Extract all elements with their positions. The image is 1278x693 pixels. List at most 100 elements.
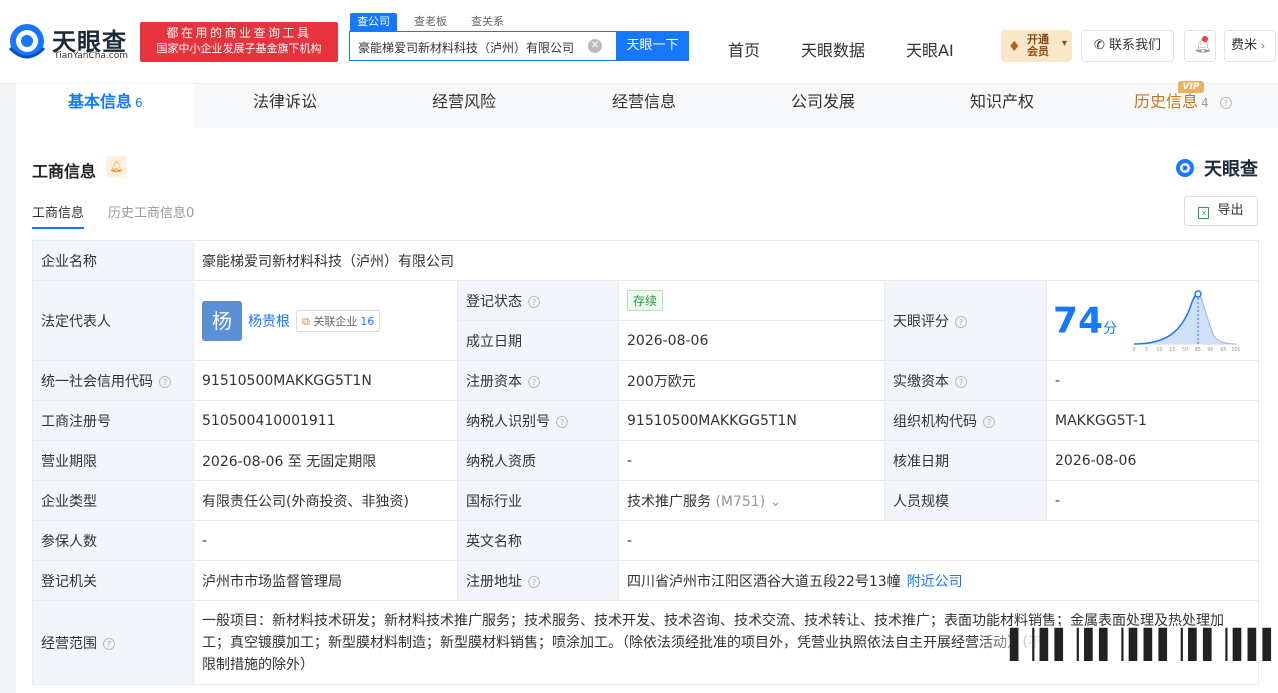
subtab-business-info[interactable]: 工商信息 bbox=[32, 202, 85, 229]
search-tab-relation[interactable]: 查关系 bbox=[464, 13, 511, 31]
score-axis-tick: 85 bbox=[1194, 347, 1200, 353]
reg-no-value: 510500410001911 bbox=[193, 400, 458, 441]
brand-watermark: 天眼查 bbox=[1175, 155, 1258, 181]
field-label: 登记状态? bbox=[457, 280, 619, 321]
section-title: 工商信息 bbox=[32, 162, 97, 181]
help-icon[interactable]: ? bbox=[556, 415, 568, 428]
tab-legal[interactable]: 法律诉讼 bbox=[253, 84, 317, 128]
help-icon[interactable]: ? bbox=[983, 415, 995, 428]
field-label: 统一社会信用代码? bbox=[32, 360, 194, 401]
page: 天眼查 TianYanCha.com 都在用的商业查询工具 国家中小企业发展子基… bbox=[0, 0, 1278, 693]
tab-basic-info[interactable]: 基本信息 6 bbox=[16, 84, 194, 128]
field-label: 企业名称 bbox=[32, 240, 194, 281]
chevron-down-icon: › bbox=[1261, 41, 1266, 52]
field-label: 经营范围? bbox=[32, 600, 194, 685]
phone-icon: ✆ bbox=[1093, 38, 1105, 53]
help-icon[interactable]: ? bbox=[955, 315, 967, 328]
vip-button[interactable]: ♦ 开通会员 ▾ bbox=[1001, 30, 1072, 62]
address-cell: 四川省泸州市江阳区酒谷大道五段22号13幢 附近公司 bbox=[617, 560, 1260, 601]
help-icon[interactable]: ? bbox=[1219, 97, 1232, 109]
address-label: 注册地址 bbox=[466, 573, 522, 590]
org-code-value: MAKKGG5T-1 bbox=[1045, 400, 1260, 441]
help-icon[interactable]: ? bbox=[528, 375, 540, 388]
related-companies-badge[interactable]: ⧉ 关联企业 16 bbox=[296, 309, 381, 332]
subtab-history-business[interactable]: 历史工商信息0 bbox=[108, 202, 194, 221]
nav-data[interactable]: 天眼数据 bbox=[801, 37, 865, 61]
avatar[interactable]: 杨 bbox=[202, 300, 242, 341]
chevron-down-icon: ▾ bbox=[1061, 38, 1067, 49]
brand-text: 天眼查 bbox=[1204, 159, 1258, 180]
search-button[interactable]: 天眼一下 bbox=[616, 31, 689, 61]
legal-rep-link[interactable]: 杨贵根 bbox=[248, 314, 290, 330]
notification-button[interactable]: 🔔︎ bbox=[1184, 30, 1216, 62]
user-menu[interactable]: 费米 › bbox=[1224, 30, 1276, 62]
found-date-value: 2026-08-06 bbox=[618, 320, 885, 361]
site-logo[interactable]: 天眼查 TianYanCha.com bbox=[8, 20, 134, 64]
score-axis-tick: 95 bbox=[1220, 347, 1226, 353]
authority-value: 泸州市市场监督管理局 bbox=[193, 560, 458, 601]
redaction-overlay: ▌│▌▌│▌▌│▌▌▌│▌▌│▌▌▌ bbox=[1010, 628, 1278, 661]
contact-button[interactable]: ✆ 联系我们 bbox=[1081, 30, 1174, 62]
field-label: 实缴资本? bbox=[884, 360, 1047, 401]
field-label: 注册资本? bbox=[457, 360, 619, 401]
vip-badge: VIP bbox=[1178, 81, 1204, 93]
tab-operation[interactable]: 经营信息 bbox=[612, 84, 676, 128]
legal-rep-cell: 杨杨贵根 ⧉ 关联企业 16 bbox=[193, 280, 458, 361]
chevron-down-icon: ⌄ bbox=[769, 493, 782, 510]
field-label: 成立日期 bbox=[457, 320, 619, 361]
term-value: 2026-08-06 至 无固定期限 bbox=[193, 440, 458, 481]
search-input[interactable]: 豪能梯爱司新材料科技（泸州）有限公司 ✕ bbox=[349, 31, 617, 61]
excel-icon: x bbox=[1198, 207, 1210, 219]
tab-development[interactable]: 公司发展 bbox=[791, 84, 855, 128]
help-icon[interactable]: ? bbox=[159, 375, 171, 388]
nav-ai[interactable]: 天眼AI bbox=[906, 37, 954, 61]
table-row: 企业名称 豪能梯爱司新材料科技（泸州）有限公司 bbox=[32, 240, 1260, 281]
clear-icon[interactable]: ✕ bbox=[588, 39, 602, 53]
org-code-label: 组织机构代码 bbox=[893, 413, 977, 430]
contact-button-label: 联系我们 bbox=[1109, 38, 1162, 53]
score-axis-tick: 5 bbox=[1145, 347, 1148, 353]
industry-cell[interactable]: 技术推广服务 (M751) ⌄ bbox=[618, 480, 885, 521]
tab-risk[interactable]: 经营风险 bbox=[432, 84, 496, 128]
tab-ip[interactable]: 知识产权 bbox=[970, 84, 1034, 128]
search-tab-company[interactable]: 查公司 bbox=[350, 13, 397, 31]
company-name-value: 豪能梯爱司新材料科技（泸州）有限公司 bbox=[192, 240, 1260, 281]
user-name: 费米 bbox=[1231, 38, 1258, 53]
field-label: 英文名称 bbox=[457, 520, 619, 561]
score-unit: 分 bbox=[1103, 320, 1118, 337]
field-label: 核准日期 bbox=[884, 440, 1047, 481]
help-icon[interactable]: ? bbox=[955, 375, 967, 388]
type-value: 有限责任公司(外商投资、非独资) bbox=[193, 480, 458, 521]
score-axis-tick: 100 bbox=[1231, 347, 1240, 353]
paid-capital-value: - bbox=[1045, 360, 1260, 401]
diamond-icon: ♦ bbox=[1008, 39, 1021, 55]
status-badge: 存续 bbox=[627, 290, 664, 311]
notification-dot bbox=[1202, 36, 1208, 42]
nearby-companies-link[interactable]: 附近公司 bbox=[907, 574, 963, 590]
export-button[interactable]: x 导出 bbox=[1184, 196, 1258, 226]
credit-code-label: 统一社会信用代码 bbox=[41, 373, 153, 390]
score-cell[interactable]: 74分 0 5 10 15 50 85 90 95 100 bbox=[1045, 280, 1260, 361]
field-label: 企业类型 bbox=[32, 480, 194, 521]
scope-label: 经营范围 bbox=[41, 635, 97, 652]
field-label: 纳税人资质 bbox=[457, 440, 619, 481]
taxpayer-qual-value: - bbox=[618, 440, 885, 481]
table-row: 工商注册号 510500410001911 纳税人识别号? 91510500MA… bbox=[32, 400, 1260, 441]
score-value: 74 bbox=[1053, 300, 1104, 341]
search-input-value[interactable]: 豪能梯爱司新材料科技（泸州）有限公司 bbox=[358, 39, 574, 56]
search-type-tabs: 查公司 查老板 查关系 bbox=[350, 13, 521, 31]
field-label: 营业期限 bbox=[32, 440, 194, 481]
monitor-bell-icon[interactable]: 🔔︎ bbox=[106, 156, 127, 177]
field-label: 纳税人识别号? bbox=[457, 400, 619, 441]
search-tab-boss[interactable]: 查老板 bbox=[407, 13, 454, 31]
help-icon[interactable]: ? bbox=[528, 575, 540, 588]
help-icon[interactable]: ? bbox=[528, 295, 540, 308]
taxpayer-id-label: 纳税人识别号 bbox=[466, 413, 550, 430]
field-label: 登记机关 bbox=[32, 560, 194, 601]
tab-count: 6 bbox=[135, 96, 143, 110]
score-axis-tick: 50 bbox=[1181, 347, 1187, 353]
taxpayer-id-value: 91510500MAKKGG5T1N bbox=[618, 400, 885, 441]
nav-home[interactable]: 首页 bbox=[728, 37, 760, 61]
export-label: 导出 bbox=[1217, 203, 1244, 218]
help-icon[interactable]: ? bbox=[103, 637, 115, 650]
